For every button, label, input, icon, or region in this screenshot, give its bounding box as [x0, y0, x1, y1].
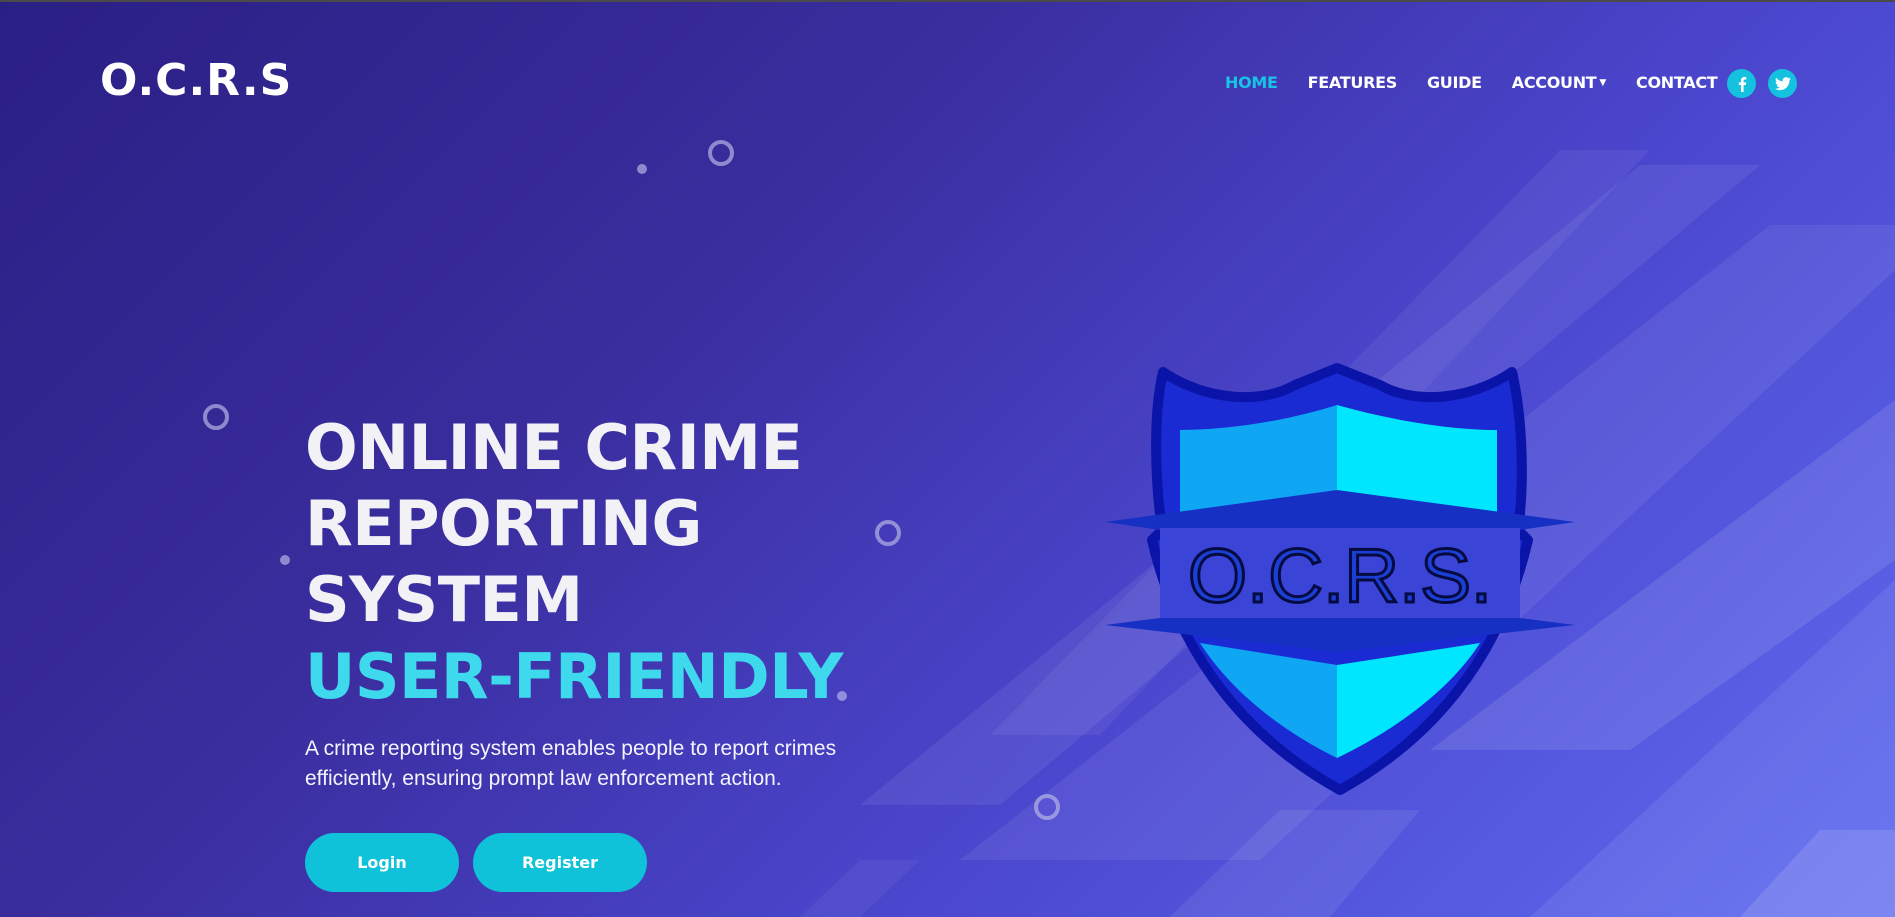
diagonal-stripe — [1530, 580, 1895, 917]
nav-features[interactable]: FEATURES — [1308, 73, 1398, 92]
nav-guide[interactable]: GUIDE — [1427, 73, 1482, 92]
shield-icon: O.C.R.S. — [1105, 363, 1575, 795]
decor-dot — [280, 555, 290, 565]
diagonal-stripe — [1170, 810, 1420, 917]
nav-contact[interactable]: CONTACT — [1636, 73, 1718, 92]
social-links — [1727, 69, 1809, 98]
hero-title-line: SYSTEM — [305, 563, 583, 636]
brand-logo[interactable]: O.C.R.S — [100, 55, 292, 106]
decor-ring — [1034, 794, 1060, 820]
navbar: O.C.R.S HOME FEATURES GUIDE ACCOUNT ▼ CON… — [0, 0, 1895, 165]
nav-menu: HOME FEATURES GUIDE ACCOUNT ▼ CONTACT — [1225, 73, 1747, 92]
register-button[interactable]: Register — [473, 833, 647, 892]
nav-home[interactable]: HOME — [1225, 73, 1278, 92]
facebook-glyph — [1738, 76, 1746, 92]
hero-title-line: REPORTING — [305, 487, 702, 560]
facebook-icon[interactable] — [1727, 69, 1756, 98]
login-button[interactable]: Login — [305, 833, 459, 892]
hero-title: ONLINE CRIME REPORTING SYSTEM — [305, 410, 925, 638]
hero-section: ONLINE CRIME REPORTING SYSTEM USER-FRIEN… — [305, 410, 925, 794]
nav-account-dropdown[interactable]: ACCOUNT ▼ — [1511, 73, 1607, 92]
decor-ring — [203, 404, 229, 430]
logo-text: O.C.R.S. — [1188, 534, 1492, 619]
hero-highlight: USER-FRIENDLY — [305, 640, 843, 713]
hero-description: A crime reporting system enables people … — [305, 737, 837, 790]
nav-account-label: ACCOUNT — [1511, 73, 1597, 92]
hero-buttons: Login Register — [305, 833, 661, 892]
diagonal-stripe — [800, 860, 920, 917]
diagonal-stripe — [1740, 830, 1895, 917]
shield-band-bottom — [1105, 618, 1575, 652]
twitter-icon[interactable] — [1768, 69, 1797, 98]
caret-down-icon: ▼ — [1599, 78, 1607, 88]
decor-dot — [637, 164, 647, 174]
hero-title-line: ONLINE CRIME — [305, 411, 803, 484]
twitter-glyph — [1774, 76, 1791, 90]
